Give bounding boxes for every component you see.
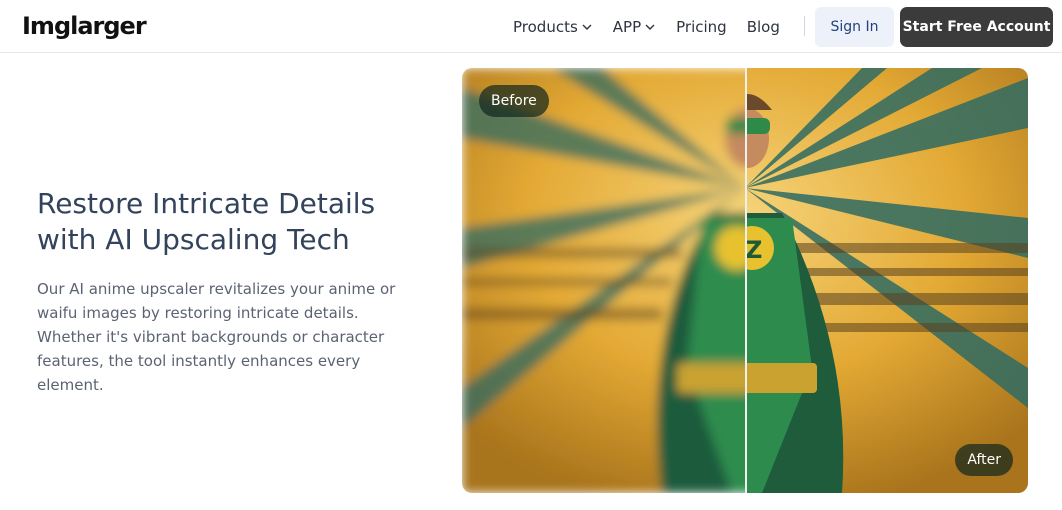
svg-text:Z: Z [745, 236, 762, 264]
nav-products[interactable]: Products [513, 18, 593, 36]
chevron-down-icon [582, 24, 592, 30]
nav-products-label: Products [513, 17, 578, 36]
nav-separator [804, 16, 805, 36]
before-after-comparison[interactable]: Z Before After [462, 68, 1028, 493]
nav-app-label: APP [612, 17, 642, 36]
logo[interactable]: Imglarger [22, 12, 147, 40]
comparison-slider-handle[interactable] [745, 68, 747, 493]
nav-pricing[interactable]: Pricing [676, 18, 727, 36]
nav-links: Products APP Pricing Blog [513, 0, 800, 53]
nav-blog[interactable]: Blog [747, 18, 780, 36]
start-free-account-button[interactable]: Start Free Account [900, 7, 1053, 47]
chevron-down-icon [645, 24, 655, 30]
nav-app[interactable]: APP [613, 18, 656, 36]
before-badge: Before [479, 85, 549, 117]
top-navbar: Imglarger Products APP Pricing Blog Sign… [0, 0, 1062, 53]
sign-in-button[interactable]: Sign In [815, 7, 894, 47]
hero-title: Restore Intricate Details with AI Upscal… [37, 187, 376, 256]
hero-description: Our AI anime upscaler revitalizes your a… [37, 280, 396, 394]
after-badge: After [955, 444, 1013, 476]
